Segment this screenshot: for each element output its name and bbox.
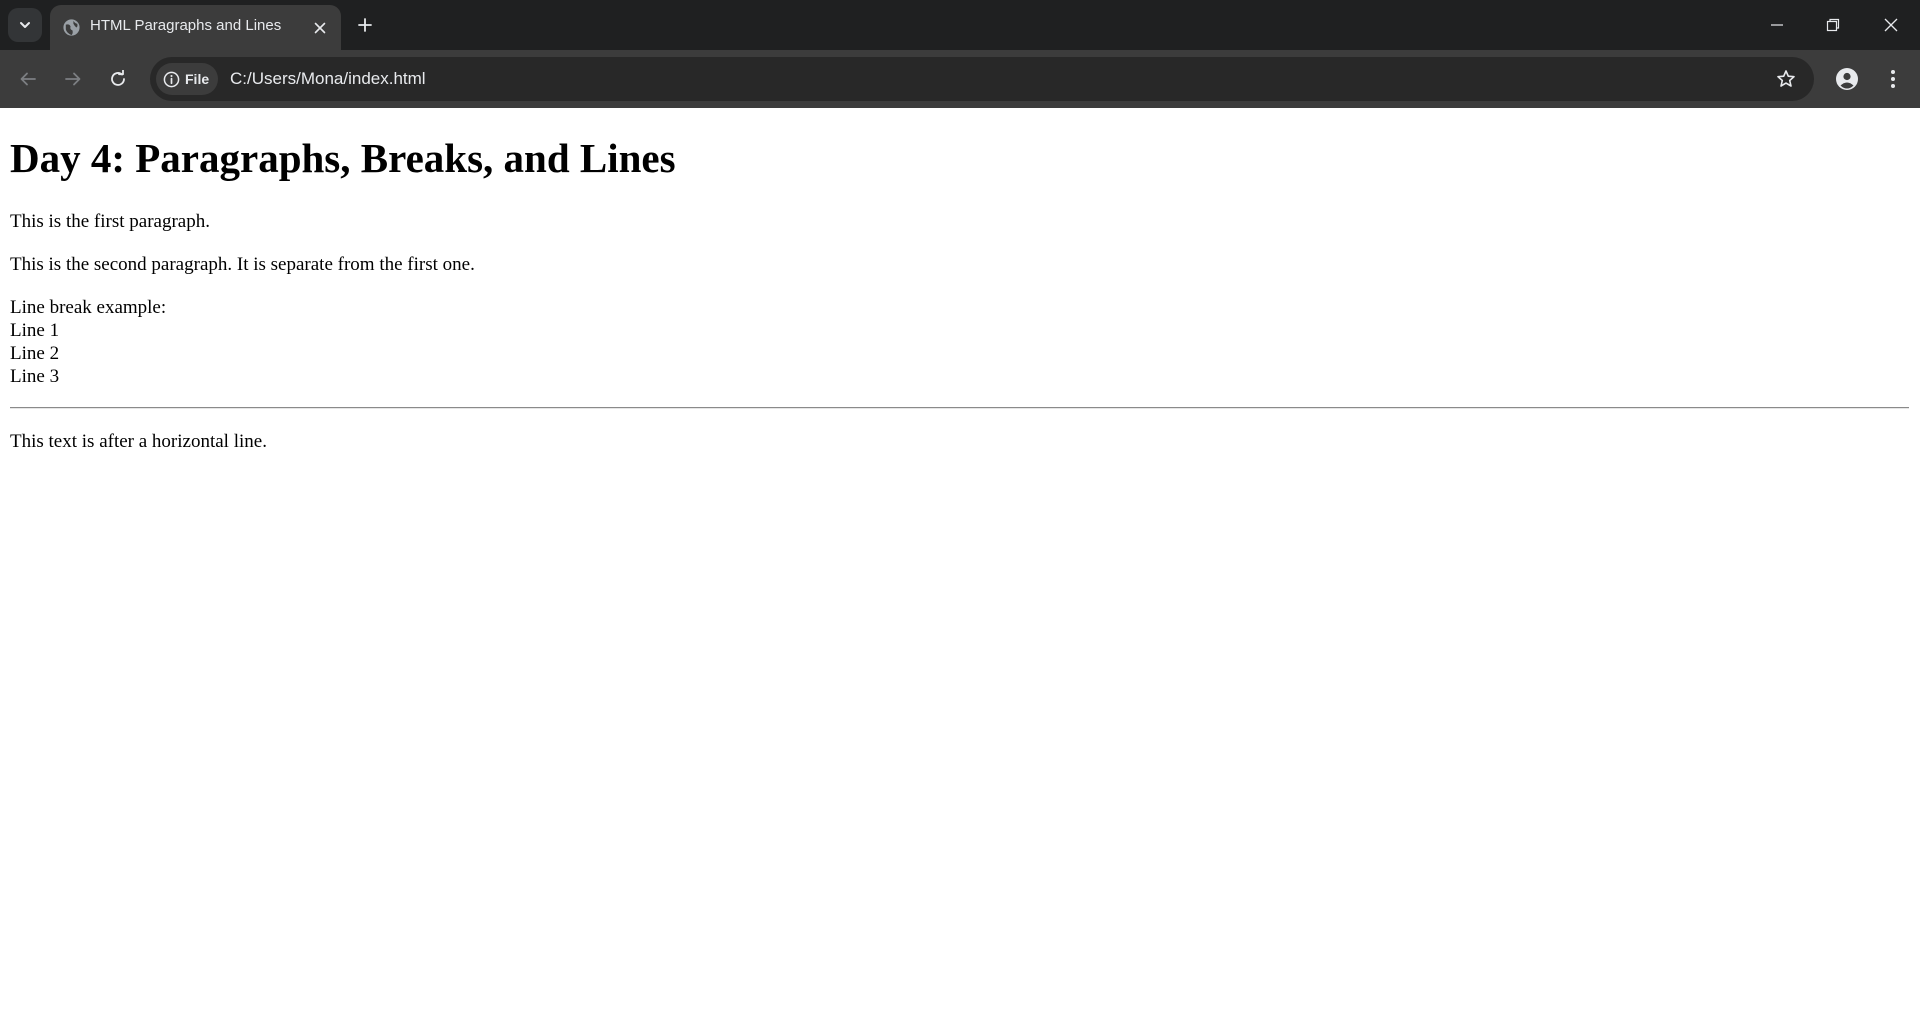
tab-strip: HTML Paragraphs and Lines (0, 0, 1920, 50)
url-text[interactable]: C:/Users/Mona/index.html (230, 69, 426, 89)
arrow-left-icon (20, 72, 36, 86)
line-break-intro: Line break example: (10, 297, 167, 318)
menu-button[interactable] (1878, 64, 1908, 94)
restore-icon (1826, 18, 1840, 32)
profile-button[interactable] (1832, 64, 1862, 94)
bookmark-button[interactable] (1774, 67, 1798, 91)
plus-icon (358, 18, 372, 32)
new-tab-button[interactable] (352, 12, 378, 38)
site-info-label: File (185, 71, 210, 87)
line-item: Line 3 (10, 366, 60, 387)
reload-button[interactable] (103, 64, 133, 94)
globe-icon (63, 19, 80, 36)
more-vert-icon (1891, 70, 1895, 88)
chevron-down-icon (20, 22, 30, 28)
info-icon (163, 71, 180, 87)
avatar-icon (1836, 68, 1858, 90)
reload-icon (111, 70, 125, 86)
back-button[interactable] (13, 64, 43, 94)
close-icon (1884, 18, 1898, 32)
page-heading: Day 4: Paragraphs, Breaks, and Lines (10, 135, 676, 181)
line-break-paragraph: Line break example: Line 1 Line 2 Line 3 (10, 296, 166, 388)
active-tab[interactable]: HTML Paragraphs and Lines (50, 5, 341, 50)
minimize-icon (1771, 24, 1783, 26)
close-window-button[interactable] (1876, 10, 1906, 40)
tab-search-button[interactable] (8, 8, 42, 42)
second-paragraph: This is the second paragraph. It is sepa… (10, 254, 475, 275)
after-hr-paragraph: This text is after a horizontal line. (10, 431, 267, 452)
close-icon (314, 22, 325, 33)
tab-close-button[interactable] (310, 18, 329, 37)
arrow-right-icon (65, 72, 81, 86)
horizontal-rule (10, 407, 1909, 409)
line-item: Line 1 (10, 320, 60, 341)
minimize-button[interactable] (1762, 10, 1792, 40)
site-info-chip[interactable]: File (156, 63, 218, 95)
address-bar[interactable]: File C:/Users/Mona/index.html (150, 57, 1814, 101)
restore-button[interactable] (1818, 10, 1848, 40)
page-content: Day 4: Paragraphs, Breaks, and Lines Thi… (0, 108, 1920, 1020)
tab-title: HTML Paragraphs and Lines (90, 17, 282, 34)
forward-button[interactable] (58, 64, 88, 94)
star-icon (1777, 70, 1795, 87)
first-paragraph: This is the first paragraph. (10, 211, 210, 232)
line-item: Line 2 (10, 343, 60, 364)
browser-toolbar: File C:/Users/Mona/index.html (0, 50, 1920, 108)
